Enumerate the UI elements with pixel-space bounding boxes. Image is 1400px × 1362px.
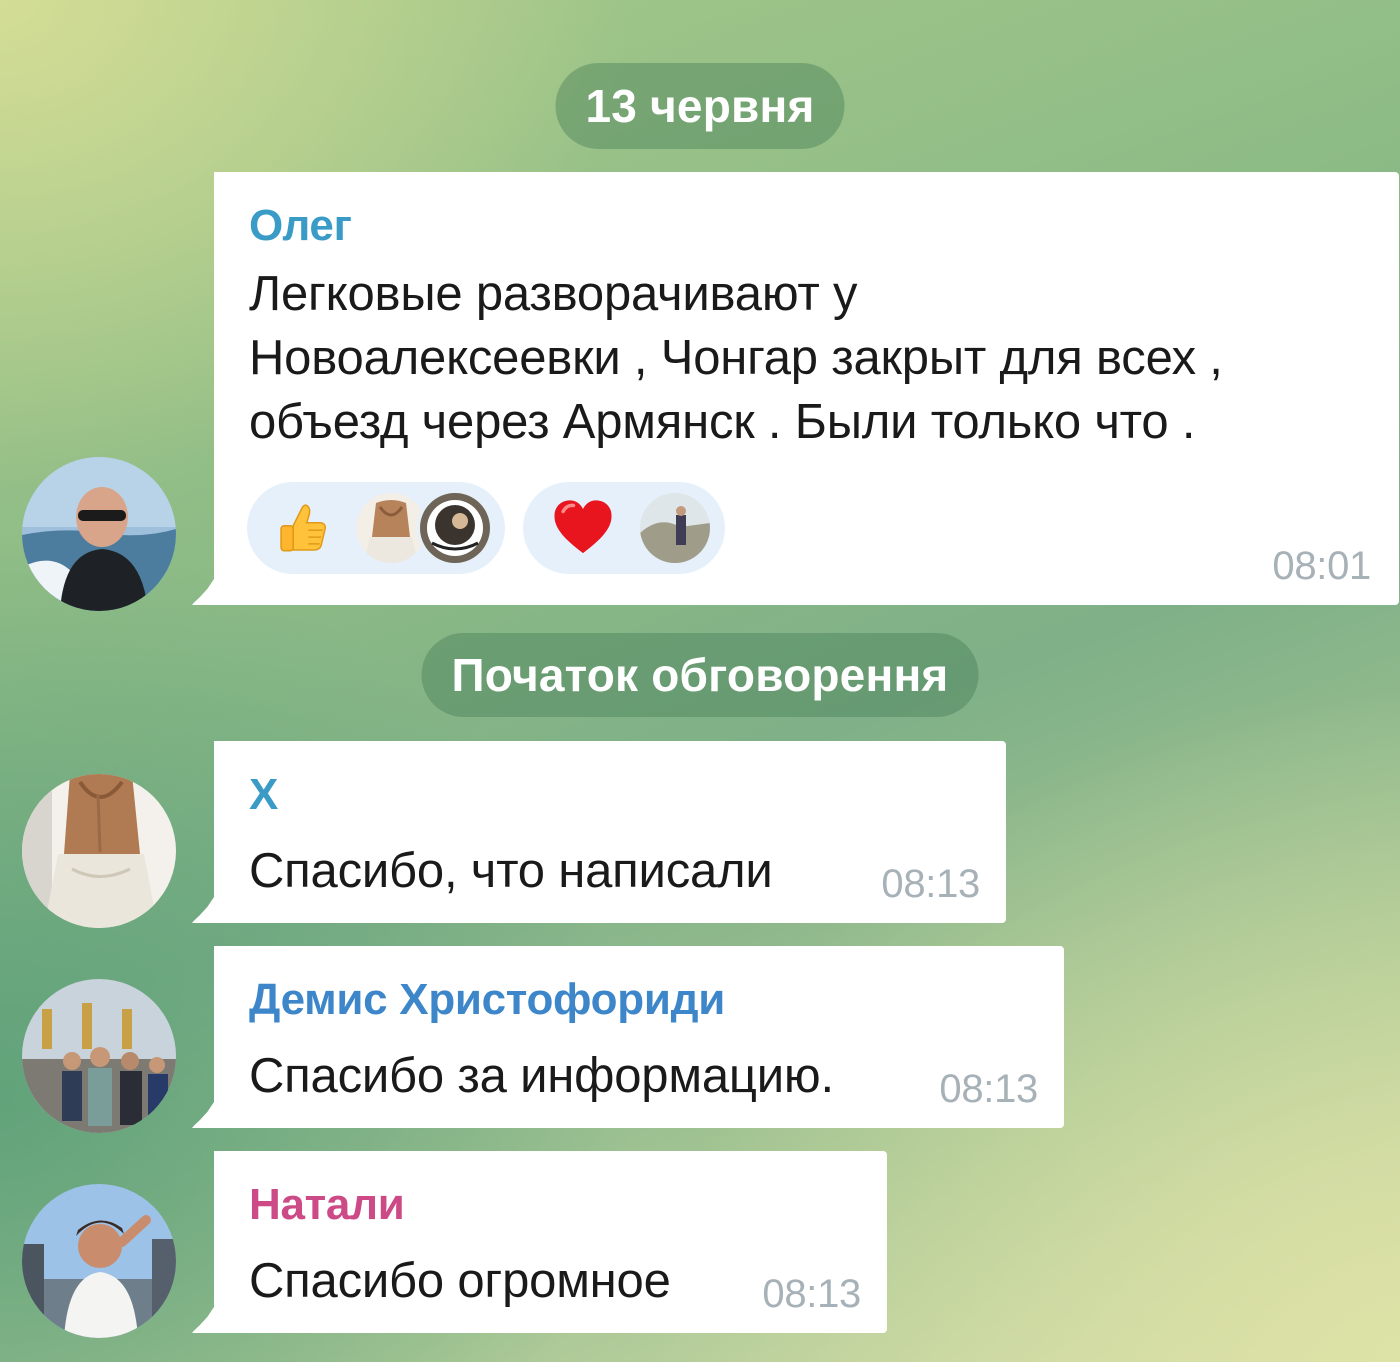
reaction-heart[interactable] bbox=[523, 482, 725, 574]
message-time: 08:01 bbox=[1272, 544, 1371, 588]
message-time: 08:13 bbox=[939, 1067, 1038, 1111]
message-oleg[interactable]: Олег Легковые разворачивают у Новоалексе… bbox=[214, 172, 1399, 605]
reactions-bar bbox=[247, 482, 725, 574]
message-text: Спасибо за информацию. bbox=[249, 1049, 834, 1103]
avatar-natali[interactable] bbox=[22, 1184, 176, 1338]
message-time: 08:13 bbox=[762, 1272, 861, 1316]
reaction-thumbs-up[interactable] bbox=[247, 482, 505, 574]
reaction-avatars bbox=[353, 490, 493, 566]
red-heart-icon bbox=[554, 500, 612, 554]
date-separator: 13 червня bbox=[555, 63, 845, 149]
reaction-avatars bbox=[637, 490, 713, 566]
message-natali[interactable]: Натали Спасибо огромное 08:13 bbox=[214, 1151, 887, 1333]
avatar-demis[interactable] bbox=[22, 979, 176, 1133]
thread-start-separator: Початок обговорення bbox=[421, 633, 979, 717]
message-text-line: Новоалексеевки , Чонгар закрыт для всех … bbox=[249, 331, 1223, 385]
reactor-avatar bbox=[637, 490, 713, 566]
message-demis[interactable]: Демис Христофориди Спасибо за информацию… bbox=[214, 946, 1064, 1128]
message-text: Спасибо, что написали bbox=[249, 844, 773, 898]
message-time: 08:13 bbox=[881, 862, 980, 906]
thumbs-up-icon bbox=[280, 504, 326, 552]
sender-name[interactable]: Натали bbox=[249, 1179, 853, 1231]
avatar-x[interactable] bbox=[22, 774, 176, 928]
sender-name[interactable]: X bbox=[249, 769, 972, 821]
message-text-line: Легковые разворачивают у bbox=[249, 267, 858, 321]
message-text-line: объезд через Армянск . Были только что . bbox=[249, 395, 1196, 449]
message-x[interactable]: X Спасибо, что написали 08:13 bbox=[214, 741, 1006, 923]
message-text: Легковые разворачивают у Новоалексеевки … bbox=[249, 262, 1365, 454]
avatar-oleg[interactable] bbox=[22, 457, 176, 611]
sender-name[interactable]: Олег bbox=[249, 200, 1365, 252]
sender-name[interactable]: Демис Христофориди bbox=[249, 974, 1030, 1026]
reactor-avatar bbox=[417, 490, 493, 566]
